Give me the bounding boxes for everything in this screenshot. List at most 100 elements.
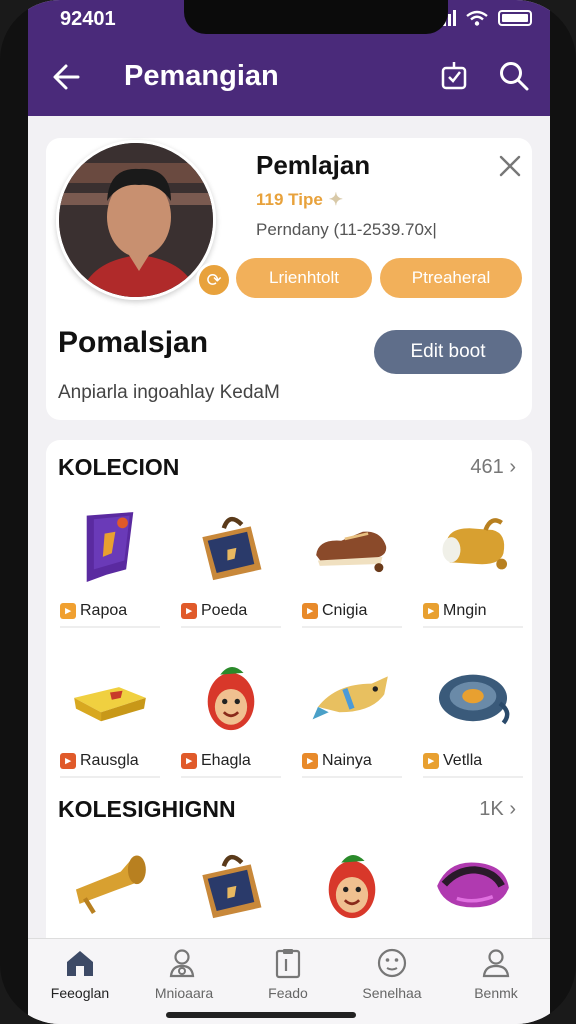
share-icon <box>441 62 467 90</box>
tab-label: Benmk <box>474 985 518 1001</box>
collection-item[interactable]: ▸ Rapoa <box>54 496 166 630</box>
mascot-icon <box>183 652 279 742</box>
collection-card: KOLECION 461 › ▸ Rapoa ▸ Poeda ▸ Cnigia ▸ Mngin… <box>46 440 532 968</box>
sparkle-icon: ✦ <box>328 190 344 209</box>
collection-item[interactable]: ▸ Poeda <box>175 496 287 630</box>
chip-secondary[interactable]: Ptreaheral <box>380 258 522 298</box>
tab-profile[interactable]: Benmk <box>444 947 548 1007</box>
item-label: Ehagla <box>201 752 251 769</box>
collection-title: KOLECION <box>58 454 180 480</box>
item-label: Cnigia <box>322 602 368 619</box>
disc-icon <box>425 652 521 742</box>
profile-name: Pemlajan <box>256 150 371 180</box>
item-divider <box>181 776 281 778</box>
item-label-row: ▸ Mngin <box>423 602 487 620</box>
rarity-tag-icon: ▸ <box>423 603 439 619</box>
item-label-row: ▸ Ehagla <box>181 752 251 770</box>
close-icon <box>499 155 521 177</box>
display-name: Pomalsjan <box>58 326 209 359</box>
bell-icon <box>425 502 521 592</box>
tab-search-users[interactable]: Mnioaara <box>132 947 236 1007</box>
collection-count-value: 461 <box>470 456 504 478</box>
profile-card: ⟳ Pemlajan 119 Tipe ✦ Perndany (11-2539.7… <box>46 138 532 420</box>
collection-item[interactable]: ▸ Mngin <box>417 496 529 630</box>
close-button[interactable] <box>498 154 522 178</box>
item-label: Rausgla <box>80 752 139 769</box>
page-title: Pemangian <box>124 60 279 92</box>
item-divider <box>423 776 523 778</box>
horn-icon <box>62 840 158 930</box>
home-icon <box>67 951 93 976</box>
status-icons <box>438 10 532 26</box>
rarity-tag-icon: ▸ <box>302 603 318 619</box>
user-search-icon <box>169 949 195 978</box>
tab-feed[interactable]: Feado <box>236 947 340 1007</box>
back-button[interactable] <box>50 60 84 94</box>
edit-profile-button[interactable]: Edit boot <box>374 330 522 374</box>
search-button[interactable] <box>498 60 530 92</box>
collection-item[interactable]: ▸ Ehagla <box>175 646 287 780</box>
collection-item[interactable]: ▸ Rausgla <box>54 646 166 780</box>
share-button[interactable] <box>440 60 468 92</box>
clipboard-icon <box>275 949 301 979</box>
battery-icon <box>498 10 532 26</box>
profile-company: Perndany (11-2539.70x| <box>256 220 437 239</box>
item-divider <box>60 626 160 628</box>
item-label-row: ▸ Poeda <box>181 602 247 620</box>
chevron-right-icon: › <box>509 456 516 478</box>
profile-icon <box>482 949 510 978</box>
tab-home[interactable]: Feeoglan <box>28 947 132 1007</box>
mascot-icon <box>304 840 400 930</box>
collection2-title: KOLESIGHIGNN <box>58 796 236 822</box>
bag-icon <box>183 840 279 930</box>
banner-icon <box>62 502 158 592</box>
profile-type-text: 119 Tipe <box>256 190 323 209</box>
item-label-row: ▸ Cnigia <box>302 602 367 620</box>
camera-notch <box>184 0 448 34</box>
item-divider <box>423 626 523 628</box>
tab-label: Mnioaara <box>154 985 214 1001</box>
rarity-tag-icon: ▸ <box>181 603 197 619</box>
chevron-right-icon: › <box>509 798 516 820</box>
shoe-icon <box>304 502 400 592</box>
home-indicator <box>166 1012 356 1018</box>
item-divider <box>181 626 281 628</box>
tab-social[interactable]: Senelhaa <box>340 947 444 1007</box>
shell-icon <box>425 840 521 930</box>
item-divider <box>302 626 402 628</box>
rarity-tag-icon: ▸ <box>60 603 76 619</box>
rarity-tag-icon: ▸ <box>181 753 197 769</box>
chip-primary[interactable]: Lrienhtolt <box>236 258 372 298</box>
app-bar: Pemangian <box>28 40 550 116</box>
fish-icon <box>304 652 400 742</box>
item-label: Rapoa <box>80 602 128 619</box>
item-label: Nainya <box>322 752 372 769</box>
bag-icon <box>183 502 279 592</box>
collection-item[interactable]: ▸ Vetlla <box>417 646 529 780</box>
rarity-tag-icon: ▸ <box>423 753 439 769</box>
collection-count[interactable]: 461 › <box>470 456 516 479</box>
rarity-tag-icon: ▸ <box>60 753 76 769</box>
avatar[interactable] <box>56 140 216 300</box>
tab-label: Senelhaa <box>362 985 422 1001</box>
item-label-row: ▸ Vetlla <box>423 752 482 770</box>
verified-badge-icon: ⟳ <box>196 262 232 298</box>
screen: 92401 Pemangian ⟳ Pemlajan 119 Tipe ✦ Pe… <box>28 0 550 1024</box>
item-label: Poeda <box>201 602 248 619</box>
arrow-left-icon <box>53 64 80 90</box>
item-divider <box>60 776 160 778</box>
collection-item[interactable]: ▸ Nainya <box>296 646 408 780</box>
smile-icon <box>377 948 407 978</box>
collection2-count-value: 1K <box>479 798 504 820</box>
item-label: Vetlla <box>443 752 483 769</box>
rarity-tag-icon: ▸ <box>302 753 318 769</box>
profile-type: 119 Tipe ✦ <box>256 190 343 210</box>
tab-label: Feeoglan <box>50 985 110 1001</box>
tab-label: Feado <box>268 985 308 1001</box>
phone-frame: 92401 Pemangian ⟳ Pemlajan 119 Tipe ✦ Pe… <box>0 0 576 1024</box>
profile-bio: Anpiarla ingoahlay KedaM <box>58 382 280 403</box>
collection2-count[interactable]: 1K › <box>479 798 516 821</box>
wifi-icon <box>466 10 488 26</box>
collection-item[interactable]: ▸ Cnigia <box>296 496 408 630</box>
item-label-row: ▸ Rapoa <box>60 602 127 620</box>
